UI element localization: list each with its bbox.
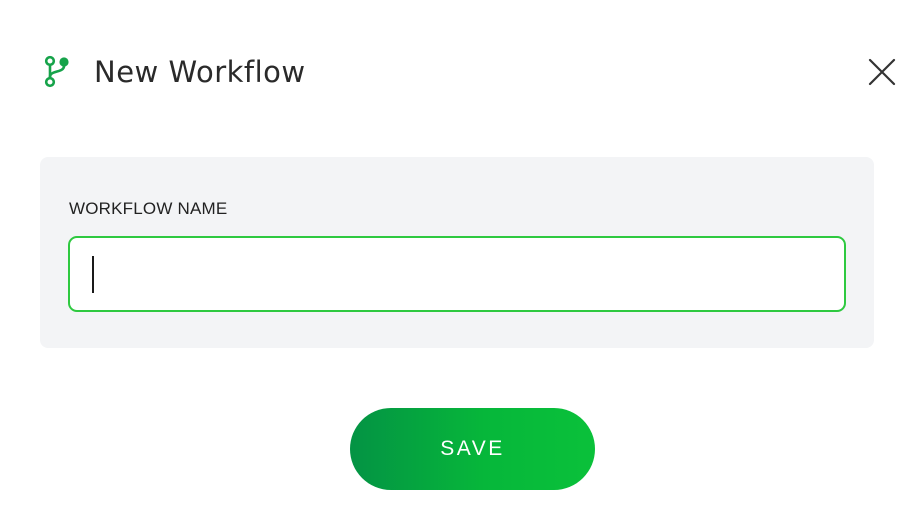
- close-icon[interactable]: [867, 57, 897, 87]
- text-caret: [92, 256, 94, 293]
- workflow-name-input[interactable]: [68, 236, 846, 312]
- close-button[interactable]: [867, 57, 897, 87]
- new-workflow-dialog: New Workflow WORKFLOW NAME SAVE: [0, 0, 923, 519]
- form-panel: WORKFLOW NAME: [40, 157, 874, 348]
- workflow-branch-icon: [44, 55, 70, 89]
- save-button[interactable]: SAVE: [350, 408, 595, 490]
- dialog-title: New Workflow: [94, 55, 306, 89]
- dialog-header: New Workflow: [44, 52, 306, 92]
- workflow-name-label: WORKFLOW NAME: [69, 199, 228, 218]
